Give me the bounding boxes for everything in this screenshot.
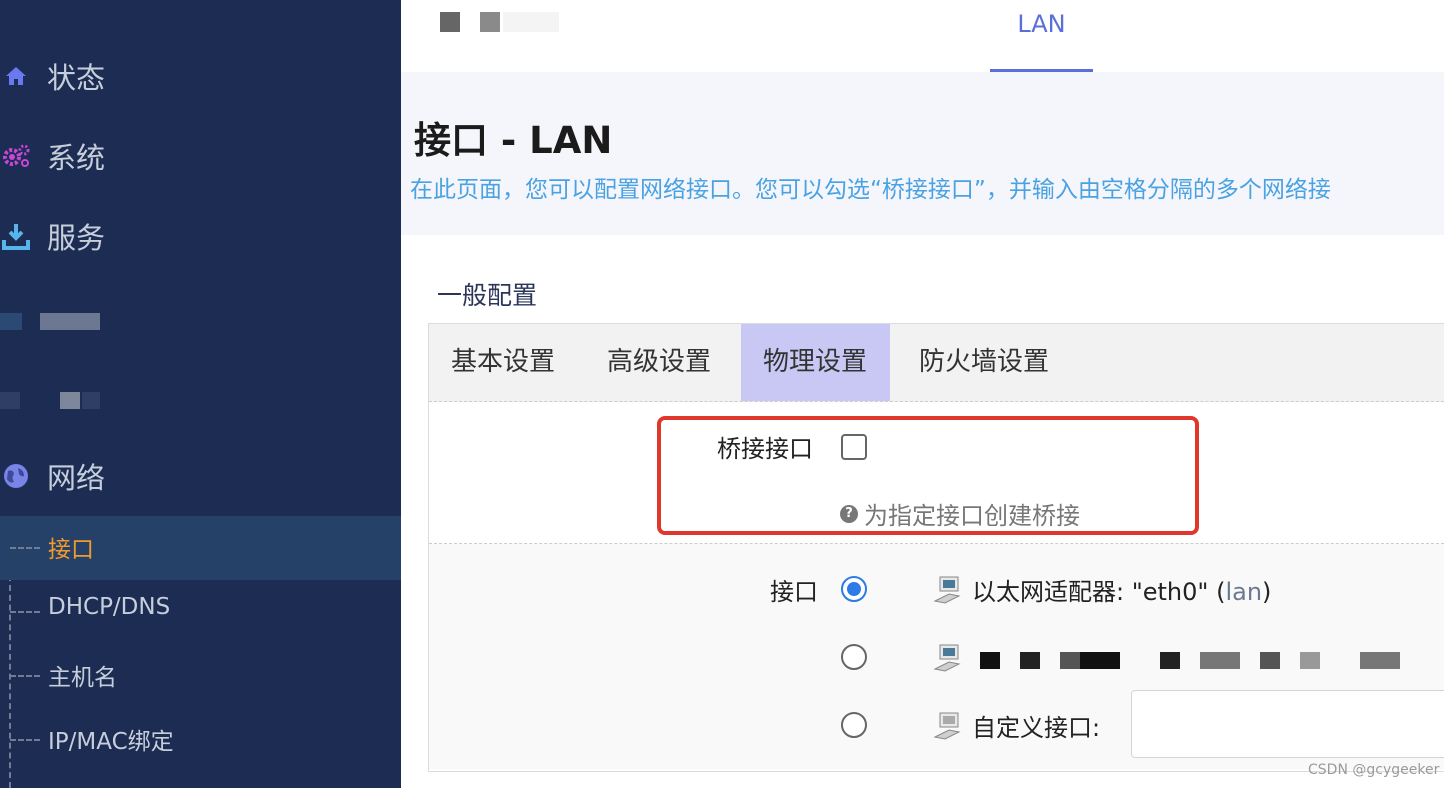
- interface-option-eth0: 以太网适配器: "eth0" (lan): [972, 572, 1271, 607]
- sidebar-item-label: 系统: [47, 141, 106, 175]
- obscured-label: [40, 313, 100, 330]
- sidebar-item-services[interactable]: 服务: [0, 206, 401, 266]
- tree-branch: [10, 739, 40, 741]
- obscured-text: [1300, 652, 1320, 669]
- option-tag: lan: [1225, 578, 1263, 606]
- home-icon: [0, 60, 32, 92]
- sidebar-subitem-label: 接口: [48, 537, 94, 563]
- obscured-text: [980, 652, 1000, 669]
- obscured-tab-label: [503, 12, 559, 32]
- sidebar-subitem-hostnames[interactable]: 主机名: [0, 644, 401, 708]
- sidebar-subitem-label: IP/MAC绑定: [48, 729, 174, 755]
- highlight-box: [657, 416, 1199, 535]
- sidebar-item-label: 网络: [47, 461, 106, 495]
- obscured-text: [1160, 652, 1180, 669]
- config-tabs: 基本设置 高级设置 物理设置 防火墙设置: [429, 324, 1444, 402]
- interface-radio-custom[interactable]: [841, 712, 867, 738]
- sidebar-subitem-ip-mac-binding[interactable]: IP/MAC绑定: [0, 708, 401, 772]
- obscured-text: [1060, 652, 1080, 669]
- interface-radio-obscured[interactable]: [841, 644, 867, 670]
- option-suffix: ): [1262, 578, 1272, 606]
- sidebar-item-system[interactable]: 系统: [0, 126, 401, 186]
- tree-branch: [10, 547, 40, 549]
- sidebar-item-status[interactable]: 状态: [0, 46, 401, 106]
- sidebar-subitem-label: DHCP/DNS: [48, 594, 171, 620]
- tab-basic-settings[interactable]: 基本设置: [429, 324, 577, 401]
- sidebar-item-label: 服务: [47, 221, 106, 255]
- tab-advanced-settings[interactable]: 高级设置: [585, 324, 733, 401]
- obscured-text: [1080, 652, 1120, 669]
- sidebar-item-label: 状态: [47, 61, 106, 95]
- obscured-text: [1200, 652, 1240, 669]
- custom-interface-input[interactable]: [1131, 690, 1444, 758]
- obscured-text: [1020, 652, 1040, 669]
- obscured-icon: [0, 392, 20, 409]
- interface-label: 接口: [770, 578, 818, 606]
- sidebar-subitem-dhcp-dns[interactable]: DHCP/DNS: [0, 580, 401, 644]
- top-tab-bar: LAN: [401, 0, 1444, 74]
- ethernet-icon: [933, 644, 961, 672]
- sidebar-item-network[interactable]: 网络: [0, 446, 401, 506]
- download-icon: [0, 220, 32, 252]
- tab-firewall-settings[interactable]: 防火墙设置: [897, 324, 1071, 401]
- tab-lan[interactable]: LAN: [990, 10, 1093, 38]
- obscured-label: [60, 392, 80, 409]
- section-title: 一般配置: [437, 281, 538, 310]
- ethernet-icon: [933, 576, 961, 604]
- globe-icon: [0, 460, 32, 492]
- obscured-label: [82, 392, 100, 409]
- sidebar: 状态 系统 服务 网络 接口 DHCP/DNS 主机名 IP/MAC绑定: [0, 0, 401, 788]
- watermark: CSDN @gcygeeker: [1308, 762, 1440, 778]
- obscured-icon: [0, 313, 22, 330]
- obscured-tab-icon: [480, 12, 500, 32]
- gears-icon: [0, 140, 32, 172]
- obscured-text: [1360, 652, 1400, 669]
- obscured-text: [1260, 652, 1280, 669]
- tab-physical-settings[interactable]: 物理设置: [741, 324, 890, 401]
- tree-branch: [10, 675, 40, 677]
- interface-option-custom: 自定义接口:: [972, 714, 1101, 742]
- sidebar-subitem-interfaces[interactable]: 接口: [0, 516, 401, 580]
- sidebar-subitem-label: 主机名: [48, 665, 117, 691]
- ethernet-icon: [933, 712, 961, 740]
- tree-branch: [10, 611, 40, 613]
- obscured-tab-icon: [440, 12, 460, 32]
- page-description: 在此页面，您可以配置网络接口。您可以勾选“桥接接口”，并输入由空格分隔的多个网络…: [410, 177, 1331, 203]
- interface-radio-eth0[interactable]: [841, 576, 867, 602]
- page-title: 接口 - LAN: [414, 119, 613, 162]
- option-text: 以太网适配器: "eth0" (: [972, 578, 1226, 606]
